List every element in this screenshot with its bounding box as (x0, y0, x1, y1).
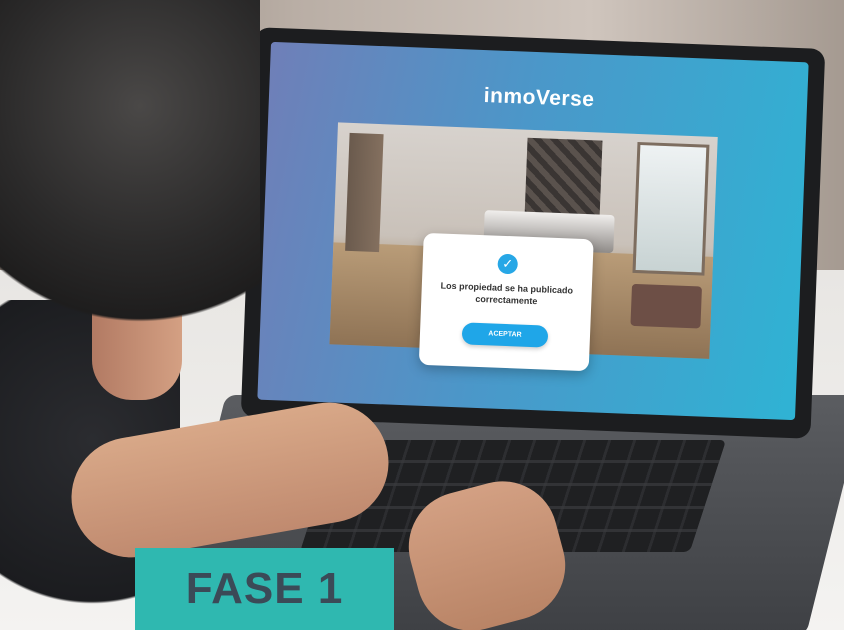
app-logo: inmoVerse (483, 84, 595, 112)
modal-message: Los propiedad se ha publicado correctame… (440, 280, 574, 307)
phase-badge-label: FASE 1 (185, 564, 344, 613)
accept-button[interactable]: ACEPTAR (461, 322, 549, 348)
photo-ottoman (630, 283, 702, 329)
success-modal: ✓ Los propiedad se ha publicado correcta… (418, 232, 594, 372)
photo-window (632, 141, 710, 276)
person-head (0, 0, 260, 340)
photo-door (345, 132, 384, 253)
photo-wall-panel (524, 137, 603, 221)
phase-badge: FASE 1 (135, 548, 394, 630)
photo-scene: inmoVerse ✓ Los propiedad se ha publicad… (0, 0, 844, 630)
laptop-screen: inmoVerse ✓ Los propiedad se ha publicad… (257, 41, 809, 421)
check-icon: ✓ (497, 253, 519, 275)
